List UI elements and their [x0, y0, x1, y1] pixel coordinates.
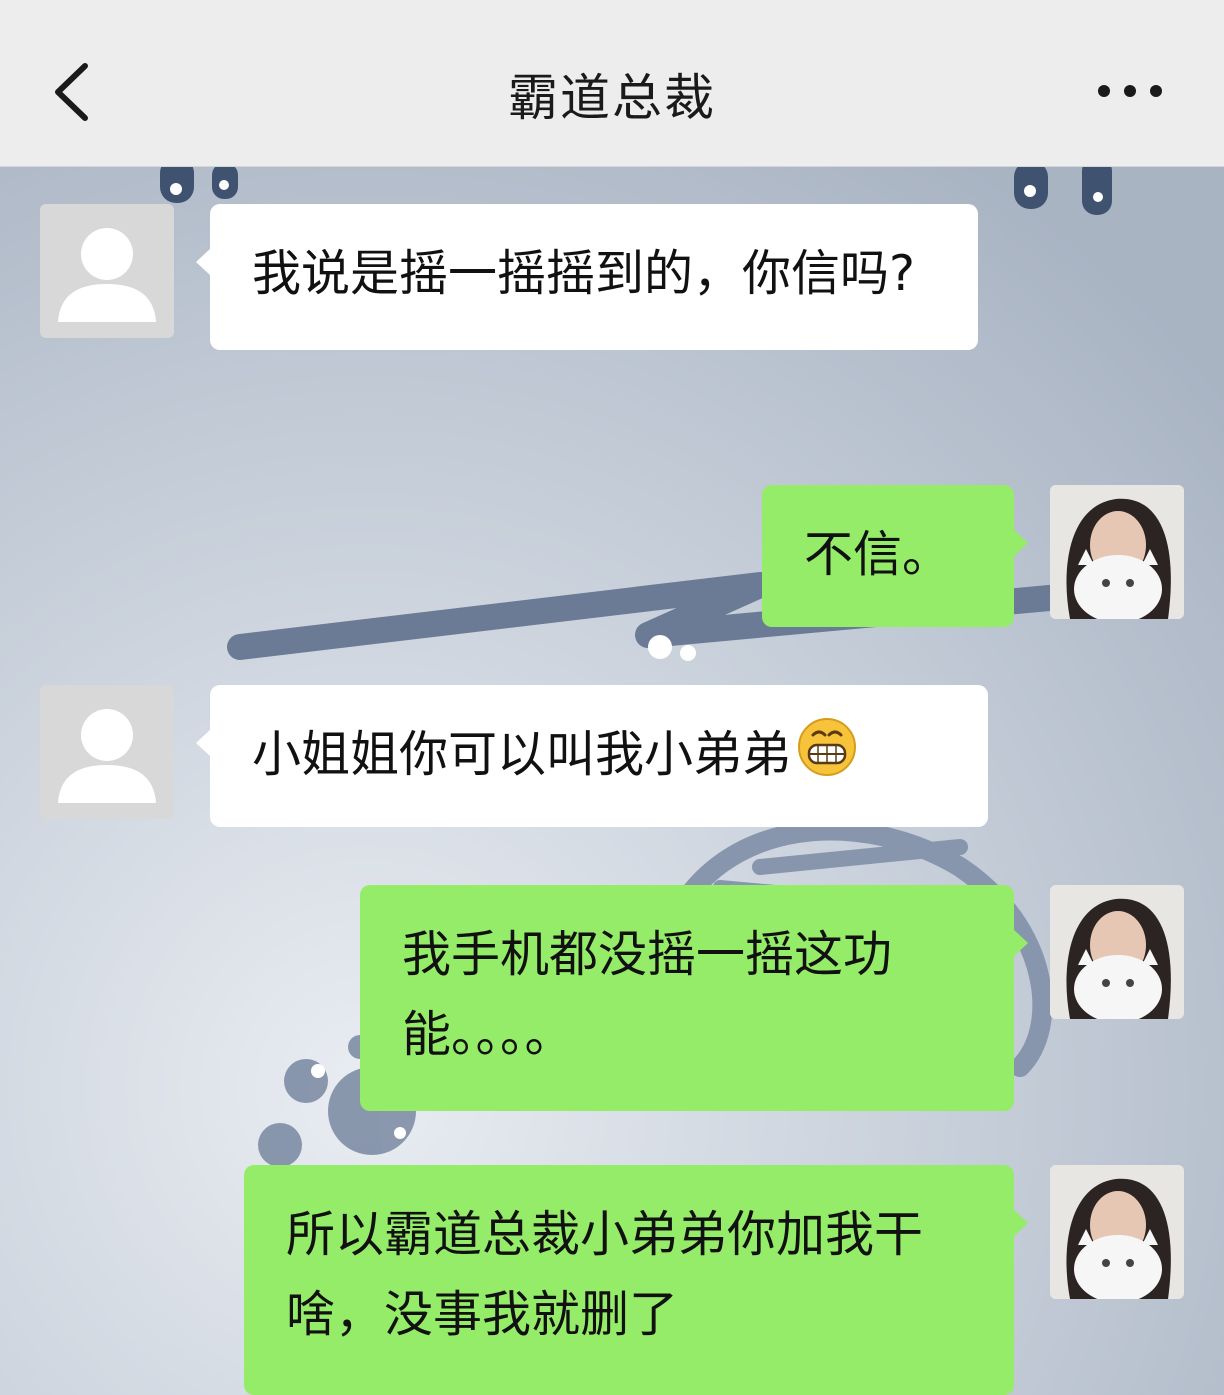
user-photo-avatar-icon [1050, 1165, 1184, 1299]
nav-bar: 霸道总裁 [0, 0, 1224, 167]
message-text: 所以霸道总裁小弟弟你加我干啥，没事我就删了 [286, 1206, 924, 1343]
chat-area[interactable]: 我说是摇一摇摇到的，你信吗? 不信。 小姐姐你可以叫我小弟弟 我手机都没摇一摇这… [0, 167, 1224, 1395]
user-avatar[interactable] [1050, 1165, 1184, 1299]
contact-avatar[interactable] [40, 685, 174, 819]
user-photo-avatar-icon [1050, 485, 1184, 619]
message-bubble-outgoing[interactable]: 不信。 [762, 485, 1028, 627]
more-button[interactable] [1094, 76, 1166, 106]
message-bubble-incoming[interactable]: 我说是摇一摇摇到的，你信吗? [196, 204, 978, 350]
message-text: 不信。 [804, 526, 952, 583]
grinning-face-emoji [798, 718, 857, 776]
user-avatar[interactable] [1050, 485, 1184, 619]
default-avatar-icon [58, 709, 156, 803]
message-bubble-incoming[interactable]: 小姐姐你可以叫我小弟弟 [196, 685, 988, 827]
default-avatar-icon [58, 228, 156, 322]
message-text: 我手机都没摇一摇这功能。。。。 [402, 926, 893, 1063]
message-bubble-outgoing[interactable]: 所以霸道总裁小弟弟你加我干啥，没事我就删了 [244, 1165, 1028, 1395]
message-text: 我说是摇一摇摇到的，你信吗? [252, 245, 916, 302]
user-avatar[interactable] [1050, 885, 1184, 1019]
chat-title: 霸道总裁 [508, 69, 716, 127]
message-text: 小姐姐你可以叫我小弟弟 [252, 726, 792, 783]
more-dots-icon [1098, 85, 1162, 97]
user-photo-avatar-icon [1050, 885, 1184, 1019]
contact-avatar[interactable] [40, 204, 174, 338]
message-bubble-outgoing[interactable]: 我手机都没摇一摇这功能。。。。 [360, 885, 1028, 1111]
